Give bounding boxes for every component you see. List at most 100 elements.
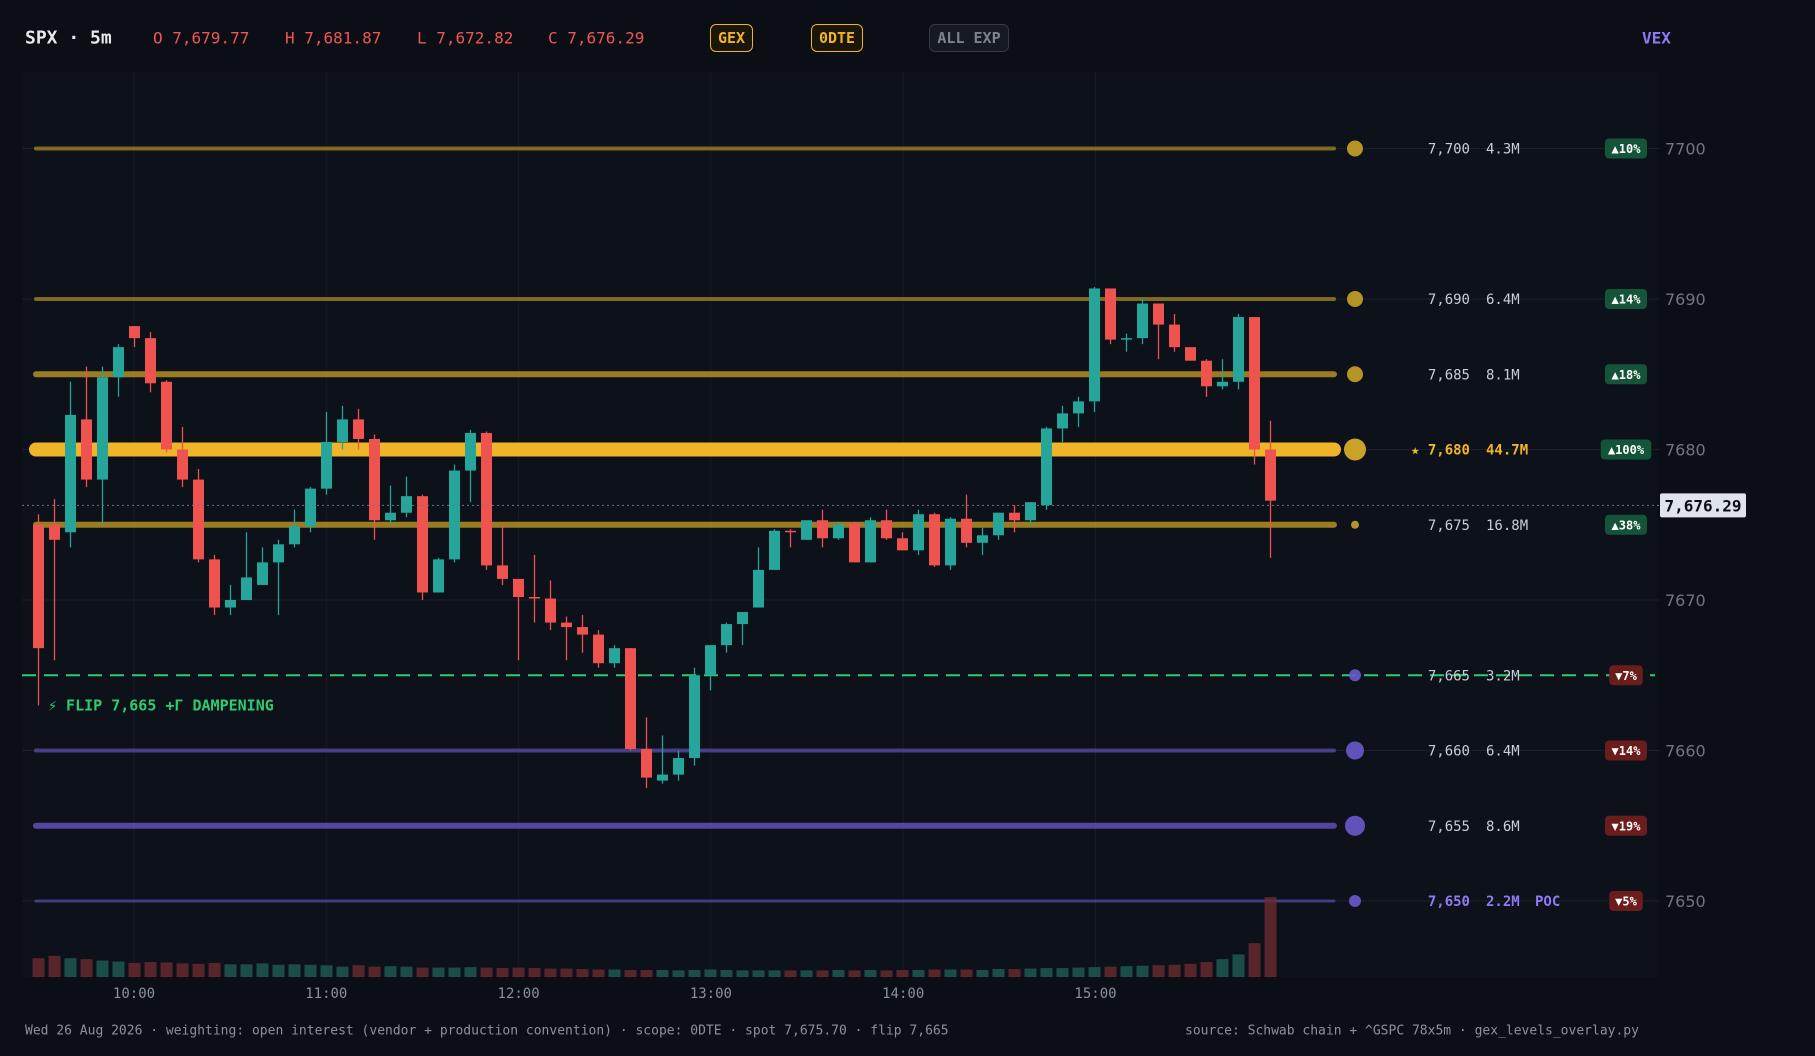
candle [689,667,700,766]
candle [1233,314,1244,390]
y-tick-label: 7670 [1665,591,1706,610]
candle [449,464,460,563]
volume-bar [736,970,749,977]
candle-body [945,518,956,566]
candle-body [161,381,172,450]
candle-body [1073,401,1084,414]
candle [625,648,636,751]
level-marker-dot [1346,741,1364,760]
candle-body [705,645,716,676]
volume-bar [576,969,589,977]
volume-bar [880,970,893,977]
flip-annotation: ⚡ FLIP 7,665 +Γ DAMPENING [48,696,274,714]
volume-bar [1136,965,1149,977]
candle-body [625,648,636,749]
candle-body [401,496,412,513]
volume-bar [368,966,381,977]
candle [1137,299,1148,345]
level-strike-label: ★ 7,680 [1411,443,1470,459]
volume-bar [432,967,445,977]
all-exp-toggle-button[interactable]: ALL EXP [929,24,1009,52]
candle [593,630,604,668]
volume-bar [512,967,525,977]
candle-body [977,535,988,543]
candle-body [1089,288,1100,402]
level-pct-text: ▼5% [1615,895,1637,909]
volume-bar [160,962,173,977]
level-gex-label: 8.6M [1486,819,1520,835]
candle-body [241,577,252,600]
volume-bar [1056,968,1069,977]
candle [209,554,220,616]
volume-bar [1232,954,1245,977]
level-marker-dot [1345,815,1365,836]
candle-body [1249,317,1260,450]
candle-body [1009,512,1020,521]
footer-meta: Wed 26 Aug 2026 · weighting: open intere… [25,1023,949,1039]
volume-bar [1200,961,1213,977]
candle-body [113,347,124,378]
volume-bar [1024,968,1037,977]
candle-body [913,514,924,551]
poc-label: POC [1535,894,1560,910]
volume-bar [80,959,93,977]
candle-body [689,675,700,759]
candle-body [337,419,348,442]
volume-bar [720,969,733,977]
volume-bar [1104,966,1117,977]
candle-body [273,544,284,563]
volume-bar [400,966,413,977]
candle-body [1057,413,1068,429]
candle-body [1265,449,1276,501]
level-gex-label: 3.2M [1486,668,1520,684]
volume-bar [896,969,909,977]
candle-body [849,523,860,563]
y-tick-label: 7690 [1665,290,1706,309]
volume-bar [96,960,109,977]
candle-body [193,479,204,560]
volume-bar [704,969,717,977]
volume-bar [1040,968,1053,977]
volume-bar [48,955,61,977]
volume-bar [1008,969,1021,977]
candle-body [33,524,44,649]
gex-chart-app: 7,676.29 10:00 11:00 12:00 13:00 14:00 15:00 7… [0,0,1815,1056]
candle-body [865,520,876,563]
candle [1105,288,1116,345]
candle-body [529,596,540,599]
candle [417,494,428,600]
candle-body [1185,347,1196,361]
x-tick-label: 14:00 [882,986,924,1002]
y-tick-label: 7680 [1665,441,1706,460]
volume-bar [320,965,333,977]
candle [1249,317,1260,465]
volume-bar [976,969,989,977]
volume-bar [832,969,845,977]
symbol-title: SPX · 5m [25,27,112,49]
candle-body [769,530,780,570]
candle-body [129,326,140,339]
candle-body [145,338,156,384]
gex-toggle-button[interactable]: GEX [710,24,753,52]
candle-body [209,559,220,608]
level-strike-label: 7,685 [1428,367,1470,383]
level-strike-label: 7,675 [1428,518,1470,534]
candle-body [417,496,428,593]
volume-bar [224,964,237,977]
0dte-toggle-button[interactable]: 0DTE [811,24,863,52]
candle [193,469,204,563]
level-gex-label: 44.7M [1486,443,1528,459]
level-gex-label: 6.4M [1486,744,1520,760]
volume-bar [1152,965,1165,977]
volume-bar [64,958,77,977]
level-strike-label: 7,660 [1428,744,1470,760]
candle-body [305,488,316,527]
volume-bar [112,961,125,977]
volume-bar [352,965,365,977]
ohlc-low: L 7,672.82 [417,28,514,48]
vex-toggle-button[interactable]: VEX [1642,29,1671,48]
level-pct-text: ▲100% [1608,443,1645,457]
volume-bar [752,970,765,977]
volume-bar [928,969,941,977]
candle-body [657,774,668,781]
